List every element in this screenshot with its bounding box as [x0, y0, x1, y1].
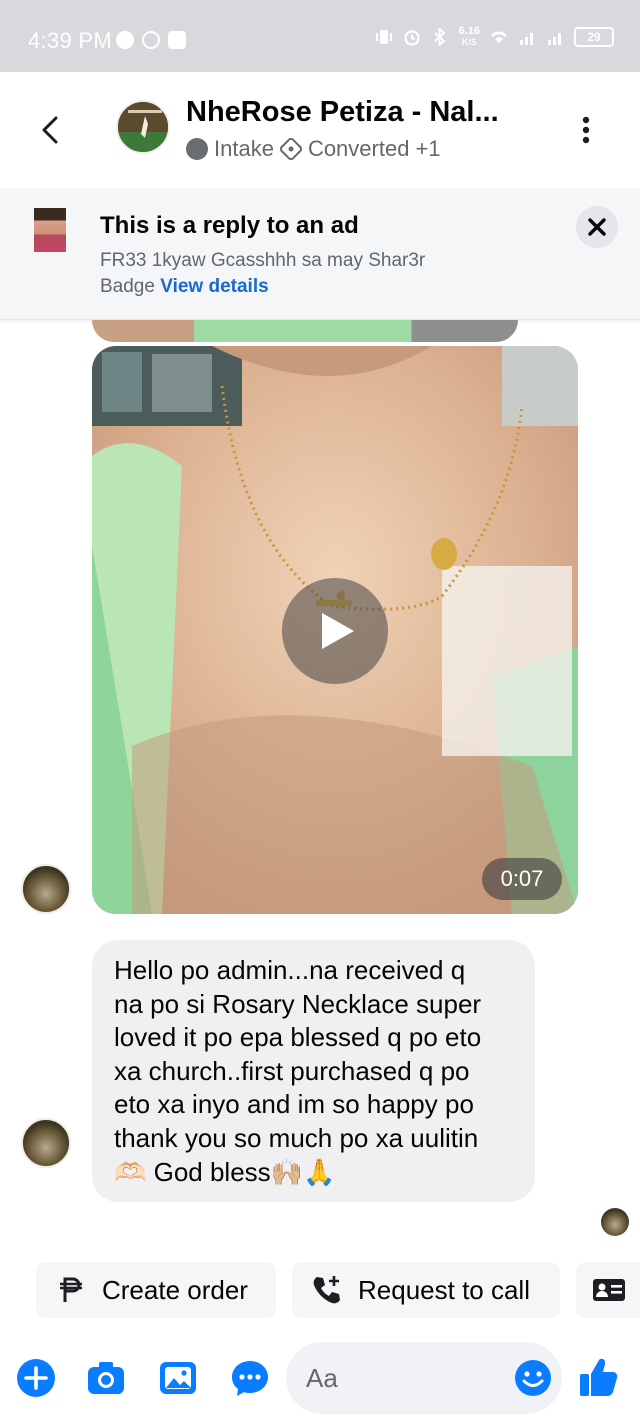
video-message[interactable]: 0:07: [92, 346, 578, 914]
message-text: Hello po admin...na received q na po si …: [114, 955, 482, 1187]
alarm-icon: [403, 30, 420, 46]
contact-avatar[interactable]: [116, 100, 170, 154]
system-icons: 6.16 K/S 29: [375, 26, 614, 48]
vibrate-icon: [375, 30, 392, 44]
contact-card-button[interactable]: [576, 1262, 640, 1318]
plus-icon[interactable]: [16, 1358, 56, 1398]
ad-banner-description: FR33 1kyaw Gcasshhh sa may Shar3r Badge …: [100, 248, 480, 300]
message-input-pill: [286, 1342, 562, 1414]
peso-icon: [60, 1277, 82, 1302]
read-receipt-avatar: [601, 1208, 629, 1236]
stage-label: Intake: [214, 136, 274, 161]
message-composer: [0, 1340, 640, 1422]
ad-reply-banner: This is a reply to an ad FR33 1kyaw Gcas…: [0, 188, 640, 320]
contact-card-icon: [593, 1279, 625, 1301]
battery-icon: 29: [574, 27, 614, 47]
contact-labels[interactable]: Intake Converted +1: [186, 136, 441, 162]
play-button[interactable]: [282, 578, 388, 684]
signal-4g-icon: [520, 33, 533, 45]
converted-tag-icon: [279, 138, 302, 160]
status-bar: 4:39 PM 6.16 K/S 29: [0, 0, 640, 72]
previous-video-message[interactable]: [92, 320, 518, 342]
image-icon[interactable]: [158, 1358, 198, 1398]
converted-label: Converted: [307, 136, 410, 161]
status-time: 4:39 PM: [28, 28, 113, 53]
contact-name[interactable]: NheRose Petiza - Nal...: [186, 96, 531, 129]
stage-dot-icon: [186, 138, 208, 160]
sender-avatar[interactable]: [21, 864, 71, 914]
video-duration: 0:07: [482, 858, 562, 900]
app-notification-icon: [168, 31, 186, 49]
create-order-label: Create order: [102, 1274, 248, 1305]
bluetooth-icon: [433, 28, 446, 46]
conversation-header: NheRose Petiza - Nal... Intake Converted…: [0, 72, 640, 188]
avatar-image: [118, 102, 168, 152]
wifi-icon: [491, 31, 507, 43]
notification-icons: [116, 31, 186, 49]
data-saver-icon: [142, 31, 160, 49]
messenger-notification-icon: [116, 31, 134, 49]
extra-labels-count: +1: [415, 136, 441, 161]
network-speed: 6.16 K/S: [458, 25, 480, 48]
close-icon: [588, 218, 606, 236]
message-input[interactable]: [306, 1358, 506, 1398]
quick-actions-row: Create order Request to call: [0, 1262, 640, 1318]
play-icon: [322, 613, 354, 649]
back-chevron-icon[interactable]: [30, 110, 70, 150]
ad-banner-title: This is a reply to an ad: [100, 212, 359, 239]
chat-more-icon[interactable]: [230, 1358, 270, 1398]
phone-plus-icon: [313, 1276, 340, 1304]
emoji-icon[interactable]: [514, 1359, 552, 1397]
create-order-button[interactable]: Create order: [36, 1262, 276, 1318]
message-bubble[interactable]: Hello po admin...na received q na po si …: [92, 940, 535, 1202]
close-banner-button[interactable]: [576, 206, 618, 248]
sender-avatar[interactable]: [21, 1118, 71, 1168]
ad-thumbnail[interactable]: [34, 208, 66, 252]
request-call-label: Request to call: [358, 1274, 530, 1305]
like-icon[interactable]: [578, 1356, 618, 1398]
more-vertical-icon[interactable]: [574, 112, 598, 148]
camera-icon[interactable]: [86, 1358, 126, 1398]
view-details-link[interactable]: View details: [160, 276, 268, 297]
request-call-button[interactable]: Request to call: [292, 1262, 560, 1318]
signal-4g-icon-2: [548, 33, 561, 45]
